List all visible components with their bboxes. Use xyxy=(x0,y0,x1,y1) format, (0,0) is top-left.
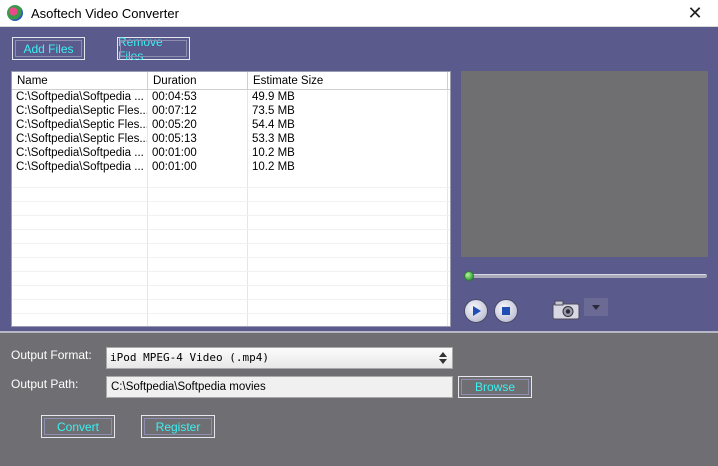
table-row[interactable]: C:\Softpedia\Septic Fles... 00:05:13 53.… xyxy=(12,132,450,146)
file-name-cell: C:\Softpedia\Softpedia ... xyxy=(12,146,148,160)
snapshot-dropdown[interactable] xyxy=(584,298,608,316)
remove-files-label: Remove Files xyxy=(118,34,163,63)
duration-cell: 00:05:20 xyxy=(148,118,248,132)
table-row[interactable]: C:\Softpedia\Septic Fles... 00:05:20 54.… xyxy=(12,118,450,132)
file-name-cell: C:\Softpedia\Softpedia ... xyxy=(12,160,148,174)
remove-files-button[interactable]: Remove Files xyxy=(117,34,190,63)
column-header-name[interactable]: Name xyxy=(12,72,148,90)
empty-row xyxy=(12,258,450,272)
stop-icon xyxy=(502,307,510,315)
empty-row xyxy=(12,174,450,188)
size-cell: 54.4 MB xyxy=(248,118,448,132)
empty-row xyxy=(12,230,450,244)
column-header-duration[interactable]: Duration xyxy=(148,72,248,90)
duration-cell: 00:04:53 xyxy=(148,90,248,104)
output-path-value: C:\Softpedia\Softpedia movies xyxy=(111,381,266,393)
output-path-label: Output Path: xyxy=(11,377,79,391)
file-name-cell: C:\Softpedia\Softpedia ... xyxy=(12,90,148,104)
empty-row xyxy=(12,202,450,216)
file-list[interactable]: Name Duration Estimate Size C:\Softpedia… xyxy=(11,71,451,327)
video-preview xyxy=(461,71,708,257)
file-list-body: C:\Softpedia\Softpedia ... 00:04:53 49.9… xyxy=(12,90,450,326)
table-row[interactable]: C:\Softpedia\Septic Fles... 00:07:12 73.… xyxy=(12,104,450,118)
file-name-cell: C:\Softpedia\Septic Fles... xyxy=(12,118,148,132)
add-files-label: Add Files xyxy=(23,41,74,56)
empty-row xyxy=(12,188,450,202)
add-files-button[interactable]: Add Files xyxy=(12,37,85,60)
select-arrows-icon xyxy=(439,352,447,364)
output-format-value: iPod MPEG-4 Video (.mp4) xyxy=(110,351,269,364)
convert-button[interactable]: Convert xyxy=(41,415,115,438)
size-cell: 10.2 MB xyxy=(248,146,448,160)
dropdown-arrow-icon xyxy=(592,304,600,310)
play-button[interactable] xyxy=(464,299,488,323)
seek-slider-track[interactable] xyxy=(465,274,707,278)
file-name-cell: C:\Softpedia\Septic Fles... xyxy=(12,132,148,146)
register-label: Register xyxy=(155,419,201,434)
browse-button[interactable]: Browse xyxy=(458,376,532,398)
seek-slider-handle[interactable] xyxy=(464,271,474,281)
app-logo-icon xyxy=(7,5,23,21)
size-cell: 73.5 MB xyxy=(248,104,448,118)
play-icon xyxy=(473,306,481,316)
size-cell: 53.3 MB xyxy=(248,132,448,146)
convert-label: Convert xyxy=(56,419,100,434)
empty-rows xyxy=(12,174,450,326)
size-cell: 49.9 MB xyxy=(248,90,448,104)
duration-cell: 00:07:12 xyxy=(148,104,248,118)
column-header-size[interactable]: Estimate Size xyxy=(248,72,448,90)
output-format-select[interactable]: iPod MPEG-4 Video (.mp4) xyxy=(106,347,453,369)
table-row[interactable]: C:\Softpedia\Softpedia ... 00:01:00 10.2… xyxy=(12,160,450,174)
browse-label: Browse xyxy=(474,380,515,394)
empty-row xyxy=(12,314,450,326)
table-row[interactable]: C:\Softpedia\Softpedia ... 00:04:53 49.9… xyxy=(12,90,450,104)
stop-button[interactable] xyxy=(494,299,518,323)
file-list-header: Name Duration Estimate Size xyxy=(12,72,450,90)
window-title: Asoftech Video Converter xyxy=(31,5,179,21)
output-path-field[interactable]: C:\Softpedia\Softpedia movies xyxy=(106,376,453,398)
close-window-button[interactable]: ✕ xyxy=(672,0,718,27)
snapshot-button[interactable] xyxy=(551,299,581,321)
close-icon: ✕ xyxy=(687,3,703,23)
duration-cell: 00:01:00 xyxy=(148,146,248,160)
camera-icon xyxy=(552,300,580,320)
empty-row xyxy=(12,216,450,230)
duration-cell: 00:01:00 xyxy=(148,160,248,174)
output-format-label: Output Format: xyxy=(11,348,92,362)
empty-row xyxy=(12,272,450,286)
empty-row xyxy=(12,286,450,300)
size-cell: 10.2 MB xyxy=(248,160,448,174)
table-row[interactable]: C:\Softpedia\Softpedia ... 00:01:00 10.2… xyxy=(12,146,450,160)
register-button[interactable]: Register xyxy=(141,415,215,438)
empty-row xyxy=(12,244,450,258)
file-name-cell: C:\Softpedia\Septic Fles... xyxy=(12,104,148,118)
duration-cell: 00:05:13 xyxy=(148,132,248,146)
empty-row xyxy=(12,300,450,314)
title-bar: Asoftech Video Converter ✕ xyxy=(0,0,718,27)
